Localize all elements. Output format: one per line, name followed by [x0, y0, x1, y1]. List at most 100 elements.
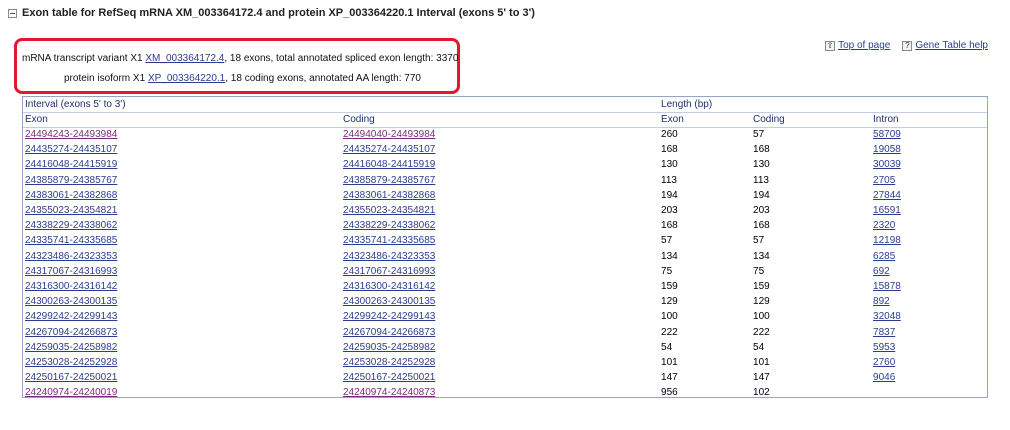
- exon-interval-link[interactable]: 24316300-24316142: [25, 281, 117, 292]
- intron-length-link[interactable]: 9046: [873, 372, 895, 383]
- coding-length-cell: 57: [753, 129, 765, 141]
- exon-interval-cell: 24267094-24266873: [23, 324, 341, 339]
- coding-length-cell: 159: [753, 280, 770, 292]
- intron-length-link[interactable]: 7837: [873, 327, 895, 338]
- exon-length-cell: 203: [661, 205, 678, 217]
- exon-interval-link[interactable]: 24416048-24415919: [25, 159, 117, 170]
- top-of-page-link[interactable]: Top of page: [838, 40, 890, 51]
- coding-interval-cell: 24435274-24435107: [341, 142, 659, 157]
- coding-interval-link[interactable]: 24259035-24258982: [343, 342, 435, 353]
- coding-interval-link[interactable]: 24338229-24338062: [343, 220, 435, 231]
- intron-length-link[interactable]: 58709: [873, 129, 901, 140]
- intron-length-link[interactable]: 27844: [873, 190, 901, 201]
- intron-length-link[interactable]: 2705: [873, 175, 895, 186]
- exon-length-cell: 159: [661, 280, 678, 292]
- coding-interval-cell: 24494040-24493984: [341, 127, 659, 142]
- coding-interval-cell: 24267094-24266873: [341, 324, 659, 339]
- exon-interval-link[interactable]: 24335741-24335685: [25, 235, 117, 246]
- exon-interval-link[interactable]: 24355023-24354821: [25, 205, 117, 216]
- exon-interval-link[interactable]: 24494243-24493984: [25, 129, 117, 140]
- exon-interval-link[interactable]: 24267094-24266873: [25, 327, 117, 338]
- exon-interval-link[interactable]: 24299242-24299143: [25, 311, 117, 322]
- exon-table-container: Interval (exons 5' to 3') Length (bp) Ex…: [22, 96, 988, 398]
- gene-table-help-item[interactable]: ? Gene Table help: [902, 40, 988, 51]
- coding-interval-cell: 24250167-24250021: [341, 370, 659, 385]
- exon-interval-link[interactable]: 24240974-24240019: [25, 387, 117, 398]
- coding-length-cell: 54: [753, 341, 765, 353]
- intron-length-cell: 15878: [871, 279, 987, 294]
- exon-length-cell: 194: [661, 189, 678, 201]
- exon-interval-link[interactable]: 24323486-24323353: [25, 251, 117, 262]
- up-arrow-icon[interactable]: ⇧: [825, 40, 836, 51]
- exon-interval-link[interactable]: 24338229-24338062: [25, 220, 117, 231]
- coding-interval-link[interactable]: 24316300-24316142: [343, 281, 435, 292]
- coding-interval-link[interactable]: 24267094-24266873: [343, 327, 435, 338]
- table-row: 24316300-24316142 24316300-24316142 159 159…: [23, 279, 987, 294]
- table-row: 24435274-24435107 24435274-24435107 168 168…: [23, 142, 987, 157]
- exon-interval-cell: 24355023-24354821: [23, 203, 341, 218]
- mrna-prefix: mRNA transcript variant X1: [22, 53, 143, 64]
- collapse-toggle-icon[interactable]: [8, 8, 17, 18]
- coding-interval-link[interactable]: 24323486-24323353: [343, 251, 435, 262]
- coding-interval-link[interactable]: 24355023-24354821: [343, 205, 435, 216]
- protein-accession-link[interactable]: XP_003364220.1: [148, 73, 225, 84]
- gene-table-help-link[interactable]: Gene Table help: [915, 40, 988, 51]
- exon-interval-link[interactable]: 24385879-24385767: [25, 175, 117, 186]
- help-icon[interactable]: ?: [902, 40, 913, 51]
- coding-interval-link[interactable]: 24240974-24240873: [343, 387, 435, 398]
- protein-suffix: , 18 coding exons, annotated AA length: …: [225, 73, 421, 84]
- intron-length-link[interactable]: 6285: [873, 251, 895, 262]
- intron-length-link[interactable]: 2320: [873, 220, 895, 231]
- coding-interval-cell: 24317067-24316993: [341, 264, 659, 279]
- exon-interval-link[interactable]: 24253028-24252928: [25, 357, 117, 368]
- table-row: 24300263-24300135 24300263-24300135 129 129…: [23, 294, 987, 309]
- coding-length-cell: 75: [753, 265, 765, 277]
- coding-interval-link[interactable]: 24250167-24250021: [343, 372, 435, 383]
- exon-interval-cell: 24385879-24385767: [23, 173, 341, 188]
- coding-interval-link[interactable]: 24317067-24316993: [343, 266, 435, 277]
- intron-length-link[interactable]: 892: [873, 296, 890, 307]
- intron-length-link[interactable]: 2760: [873, 357, 895, 368]
- exon-interval-cell: 24253028-24252928: [23, 355, 341, 370]
- coding-interval-link[interactable]: 24435274-24435107: [343, 144, 435, 155]
- coding-interval-link[interactable]: 24383061-24382868: [343, 190, 435, 201]
- intron-length-link[interactable]: 19058: [873, 144, 901, 155]
- exon-interval-link[interactable]: 24250167-24250021: [25, 372, 117, 383]
- mrna-suffix: , 18 exons, total annotated spliced exon…: [224, 53, 459, 64]
- exon-interval-link[interactable]: 24317067-24316993: [25, 266, 117, 277]
- intron-length-cell: 58709: [871, 127, 987, 142]
- intron-length-link[interactable]: 12198: [873, 235, 901, 246]
- coding-interval-link[interactable]: 24385879-24385767: [343, 175, 435, 186]
- intron-length-cell: 27844: [871, 188, 987, 203]
- exon-interval-link[interactable]: 24300263-24300135: [25, 296, 117, 307]
- coding-interval-link[interactable]: 24300263-24300135: [343, 296, 435, 307]
- intron-length-cell: 7837: [871, 324, 987, 339]
- intron-length-link[interactable]: 5953: [873, 342, 895, 353]
- coding-interval-link[interactable]: 24416048-24415919: [343, 159, 435, 170]
- intron-length-link[interactable]: 30039: [873, 159, 901, 170]
- exon-interval-link[interactable]: 24435274-24435107: [25, 144, 117, 155]
- coding-interval-cell: 24383061-24382868: [341, 188, 659, 203]
- intron-length-link[interactable]: 32048: [873, 311, 901, 322]
- exon-interval-link[interactable]: 24383061-24382868: [25, 190, 117, 201]
- intron-length-link[interactable]: 692: [873, 266, 890, 277]
- intron-length-link[interactable]: 16591: [873, 205, 901, 216]
- mrna-accession-link[interactable]: XM_003364172.4: [145, 53, 224, 64]
- exon-interval-cell: 24317067-24316993: [23, 264, 341, 279]
- exon-length-cell: 113: [661, 174, 677, 186]
- table-row: 24385879-24385767 24385879-24385767 113 113…: [23, 173, 987, 188]
- intron-length-cell: 32048: [871, 309, 987, 324]
- col-header-length-coding: Coding: [751, 112, 872, 128]
- coding-interval-link[interactable]: 24335741-24335685: [343, 235, 435, 246]
- coding-interval-link[interactable]: 24299242-24299143: [343, 311, 435, 322]
- col-header-intron: Intron: [871, 112, 987, 128]
- intron-length-link[interactable]: 15878: [873, 281, 901, 292]
- coding-length-cell: 203: [753, 205, 770, 217]
- exon-interval-link[interactable]: 24259035-24258982: [25, 342, 117, 353]
- coding-interval-link[interactable]: 24494040-24493984: [343, 129, 435, 140]
- coding-interval-link[interactable]: 24253028-24252928: [343, 357, 435, 368]
- top-of-page-item[interactable]: ⇧ Top of page: [825, 40, 890, 51]
- protein-summary: protein isoform X1 XP_003364220.1, 18 co…: [64, 73, 421, 84]
- table-row: 24240974-24240019 24240974-24240873 956 102: [23, 385, 987, 400]
- coding-length-cell: 222: [753, 326, 770, 338]
